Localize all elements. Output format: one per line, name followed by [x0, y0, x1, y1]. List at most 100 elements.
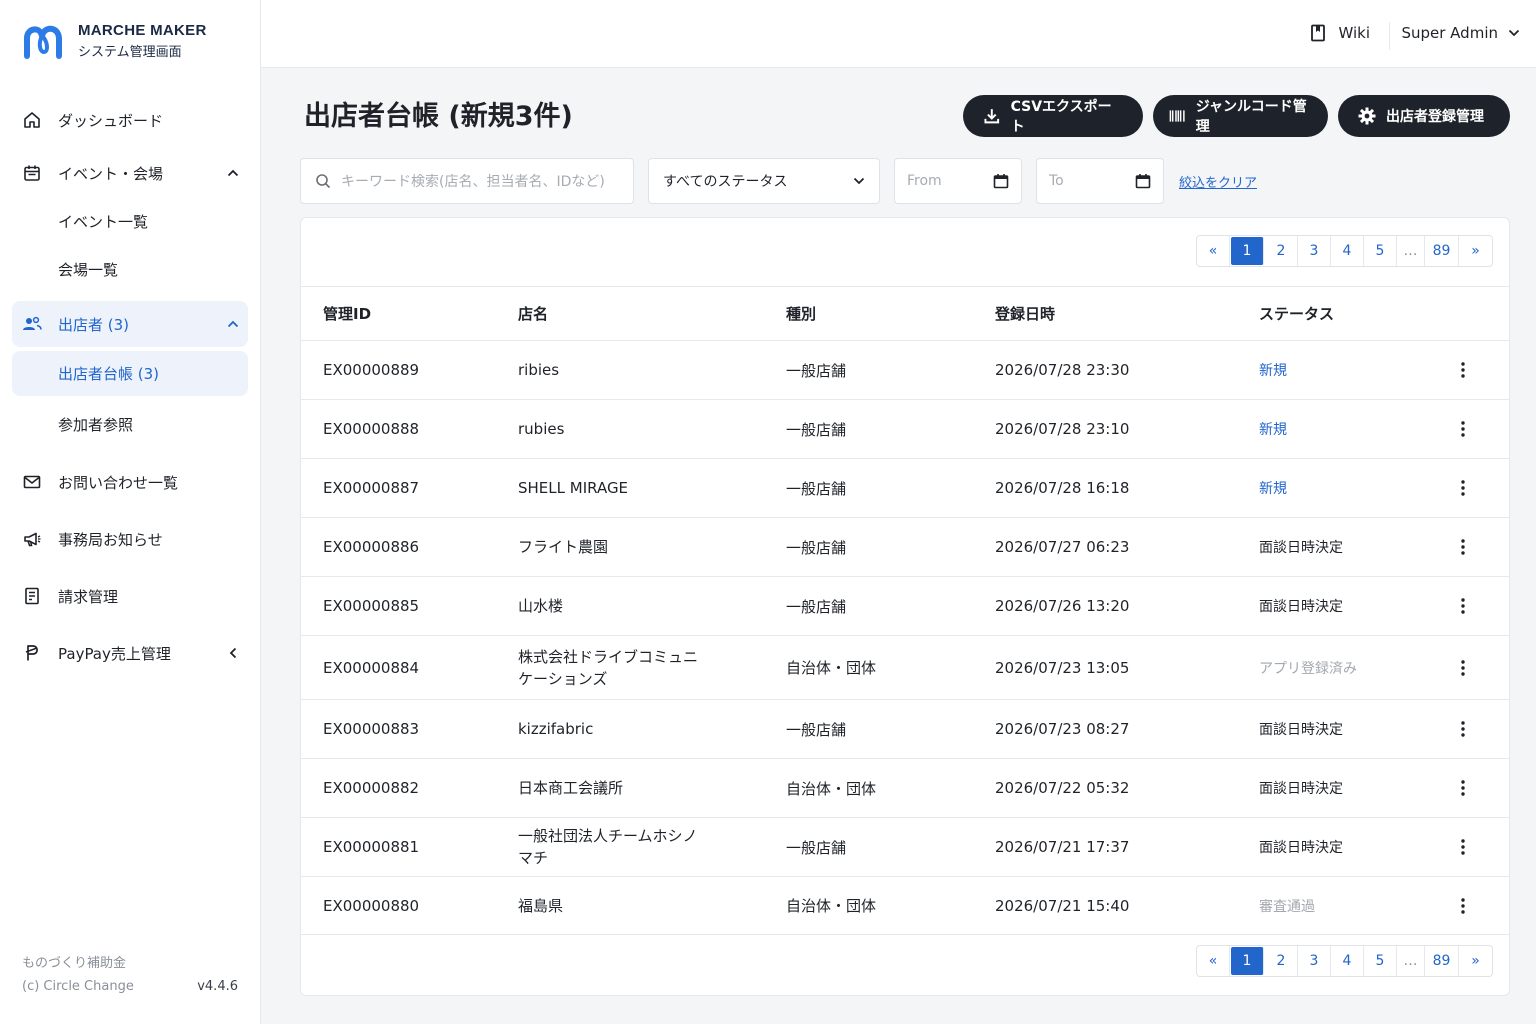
cell-date: 2026/07/28 23:30 — [995, 361, 1130, 379]
cell-name: 株式会社ドライブコミュニケーションズ — [518, 647, 699, 688]
table-row[interactable]: EX00000885 山水楼 一般店舗 2026/07/26 13:20 面談日… — [301, 577, 1509, 636]
topbar-divider — [1389, 22, 1390, 50]
table-row[interactable]: EX00000884 株式会社ドライブコミュニケーションズ 自治体・団体 202… — [301, 636, 1509, 700]
cell-type: 自治体・団体 — [786, 659, 877, 677]
brand[interactable]: MARCHE MAKER システム管理画面 — [22, 22, 207, 60]
status-badge: 面談日時決定 — [1259, 599, 1343, 615]
row-menu-kebab-icon[interactable] — [1451, 877, 1475, 934]
pagination-bottom: « 1 2 3 4 5 … 89 » — [1196, 945, 1493, 977]
exhibitor-registration-label: 出店者登録管理 — [1386, 109, 1484, 125]
pagination-page-3[interactable]: 3 — [1298, 946, 1331, 976]
cell-date: 2026/07/23 08:27 — [995, 720, 1130, 738]
sidebar-item-label: 出店者 (3) — [58, 315, 130, 334]
mail-icon — [22, 472, 42, 492]
pagination-page-2[interactable]: 2 — [1265, 946, 1298, 976]
table-row[interactable]: EX00000887 SHELL MIRAGE 一般店舗 2026/07/28 … — [301, 459, 1509, 518]
pagination-prev[interactable]: « — [1197, 946, 1230, 976]
pagination-page-last[interactable]: 89 — [1425, 236, 1459, 266]
pagination-page-4[interactable]: 4 — [1331, 236, 1364, 266]
keyword-search-input[interactable]: キーワード検索(店名、担当者名、IDなど) — [300, 158, 634, 204]
header-type[interactable]: 種別 — [786, 287, 816, 340]
sidebar-item-paypay-sales[interactable]: PayPay売上管理 — [12, 623, 248, 683]
exhibitor-registration-button[interactable]: 出店者登録管理 — [1338, 95, 1510, 137]
table-row[interactable]: EX00000880 福島県 自治体・団体 2026/07/21 15:40 審… — [301, 877, 1509, 935]
calendar-icon — [1135, 174, 1151, 189]
sidebar-item-events-venues[interactable]: イベント・会場 — [12, 149, 248, 197]
date-from-input[interactable]: From — [894, 158, 1022, 204]
genre-code-button[interactable]: ジャンルコード管理 — [1153, 95, 1328, 137]
row-menu-kebab-icon[interactable] — [1451, 518, 1475, 576]
sidebar-item-label: PayPay売上管理 — [58, 644, 171, 663]
status-select[interactable]: すべてのステータス — [648, 158, 880, 204]
cell-date: 2026/07/23 13:05 — [995, 658, 1130, 677]
pagination-page-2[interactable]: 2 — [1265, 236, 1298, 266]
search-icon — [316, 174, 331, 189]
sidebar-item-event-list[interactable]: イベント一覧 — [12, 197, 248, 245]
pagination-prev[interactable]: « — [1197, 236, 1230, 266]
cell-date: 2026/07/28 23:10 — [995, 420, 1130, 438]
cell-type: 一般店舗 — [786, 838, 847, 857]
sidebar-item-inquiries[interactable]: お問い合わせ一覧 — [12, 455, 248, 509]
row-menu-kebab-icon[interactable] — [1451, 700, 1475, 758]
footer-copyright: (c) Circle Change — [22, 979, 134, 994]
table-row[interactable]: EX00000882 日本商工会議所 自治体・団体 2026/07/22 05:… — [301, 759, 1509, 818]
search-placeholder: キーワード検索(店名、担当者名、IDなど) — [341, 174, 605, 190]
header-date[interactable]: 登録日時 — [995, 287, 1055, 340]
header-status[interactable]: ステータス — [1259, 287, 1334, 340]
table-row[interactable]: EX00000883 kizzifabric 一般店舗 2026/07/23 0… — [301, 700, 1509, 759]
pagination-next[interactable]: » — [1459, 946, 1492, 976]
row-menu-kebab-icon[interactable] — [1451, 636, 1475, 699]
row-menu-kebab-icon[interactable] — [1451, 459, 1475, 517]
row-menu-kebab-icon[interactable] — [1451, 400, 1475, 458]
clear-filters-link[interactable]: 絞込をクリア — [1179, 172, 1257, 191]
sidebar-item-exhibitors[interactable]: 出店者 (3) — [12, 301, 248, 347]
sidebar-item-announcements[interactable]: 事務局お知らせ — [12, 509, 248, 569]
pagination-next[interactable]: » — [1459, 236, 1492, 266]
table-row[interactable]: EX00000886 フライト農園 一般店舗 2026/07/27 06:23 … — [301, 518, 1509, 577]
pagination-page-3[interactable]: 3 — [1298, 236, 1331, 266]
table-row[interactable]: EX00000881 一般社団法人チームホシノマチ 一般店舗 2026/07/2… — [301, 818, 1509, 877]
cell-type: 一般店舗 — [786, 479, 847, 498]
chevron-up-icon — [226, 317, 240, 331]
cell-id: EX00000886 — [323, 538, 420, 556]
pagination-page-4[interactable]: 4 — [1331, 946, 1364, 976]
cell-date: 2026/07/27 06:23 — [995, 538, 1130, 556]
pagination-page-5[interactable]: 5 — [1364, 946, 1397, 976]
header-name[interactable]: 店名 — [518, 287, 718, 340]
date-from-placeholder: From — [907, 173, 942, 189]
row-menu-kebab-icon[interactable] — [1451, 759, 1475, 817]
app-version: v4.4.6 — [197, 979, 238, 994]
header-id[interactable]: 管理ID — [323, 287, 371, 340]
sidebar-item-exhibitor-ledger[interactable]: 出店者台帳 (3) — [12, 351, 248, 396]
cell-type: 一般店舗 — [786, 361, 847, 380]
row-menu-kebab-icon[interactable] — [1451, 341, 1475, 399]
table-row[interactable]: EX00000889 ribies 一般店舗 2026/07/28 23:30 … — [301, 341, 1509, 400]
pagination-page-1[interactable]: 1 — [1231, 947, 1264, 975]
wiki-link[interactable]: Wiki — [1310, 24, 1370, 42]
status-badge: 面談日時決定 — [1259, 840, 1343, 856]
pagination-page-last[interactable]: 89 — [1425, 946, 1459, 976]
date-to-input[interactable]: To — [1036, 158, 1164, 204]
status-badge: 新規 — [1259, 481, 1287, 497]
user-name: Super Admin — [1401, 24, 1498, 42]
pagination-page-5[interactable]: 5 — [1364, 236, 1397, 266]
user-menu[interactable]: Super Admin — [1401, 24, 1520, 42]
calendar-icon — [993, 174, 1009, 189]
barcode-icon — [1169, 110, 1185, 122]
sidebar-item-label: 事務局お知らせ — [58, 530, 163, 549]
row-menu-kebab-icon[interactable] — [1451, 577, 1475, 635]
users-icon — [22, 314, 42, 334]
table-row[interactable]: EX00000888 rubies 一般店舗 2026/07/28 23:10 … — [301, 400, 1509, 459]
pagination-page-1[interactable]: 1 — [1231, 237, 1264, 265]
row-menu-kebab-icon[interactable] — [1451, 818, 1475, 876]
sidebar-item-venue-list[interactable]: 会場一覧 — [12, 245, 248, 293]
status-badge: 新規 — [1259, 363, 1287, 379]
sidebar-item-billing[interactable]: 請求管理 — [12, 569, 248, 623]
csv-export-button[interactable]: CSVエクスポート — [963, 95, 1143, 137]
cell-date: 2026/07/21 15:40 — [995, 896, 1130, 915]
sidebar-item-dashboard[interactable]: ダッシュボード — [12, 96, 248, 144]
status-badge: 面談日時決定 — [1259, 540, 1343, 556]
sidebar-item-participant-lookup[interactable]: 参加者参照 — [12, 400, 248, 448]
exhibitor-table-card: « 1 2 3 4 5 … 89 » 管理ID 店名 種別 登録日時 ステータス… — [300, 217, 1510, 996]
cell-name: 山水楼 — [518, 597, 564, 615]
